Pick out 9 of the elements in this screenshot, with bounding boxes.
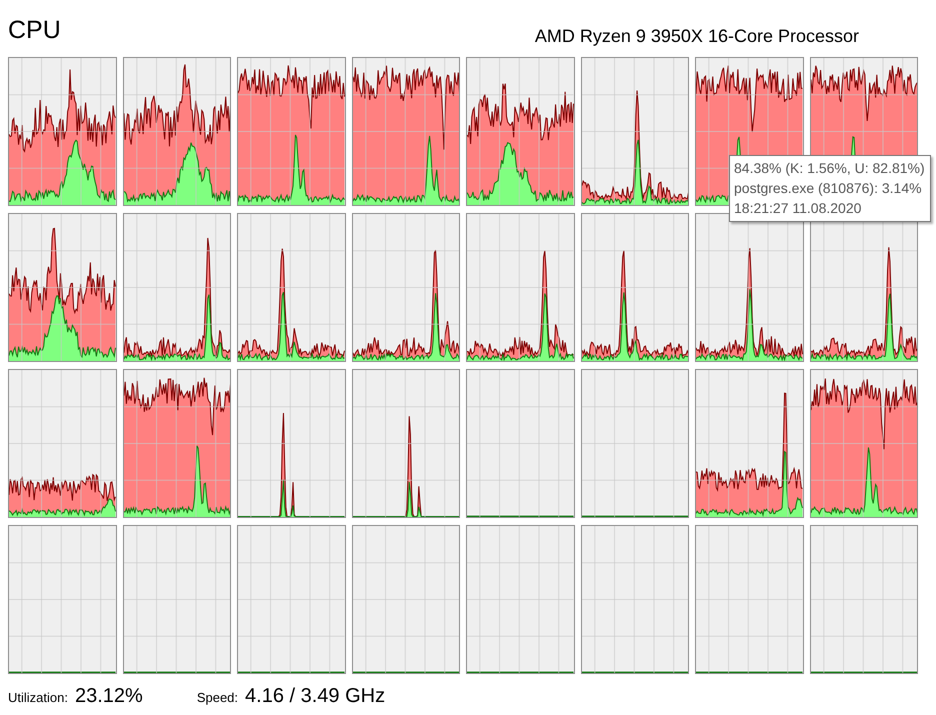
stat-label: Utilization: (8, 689, 68, 707)
processor-name: AMD Ryzen 9 3950X 16-Core Processor (534, 25, 859, 47)
stat-value: 4.16 / 3.49 GHz (245, 684, 386, 708)
stat-label: Speed: (196, 689, 238, 707)
stat-value: 23.12% (74, 684, 143, 708)
page-title: CPU (8, 15, 61, 45)
tooltip-line: postgres.exe (810876): 3.14% (734, 179, 923, 198)
tooltip-line: 18:21:27 11.08.2020 (734, 199, 862, 218)
tooltip-line: 84.38% (K: 1.56%, U: 82.81%) (734, 159, 925, 178)
